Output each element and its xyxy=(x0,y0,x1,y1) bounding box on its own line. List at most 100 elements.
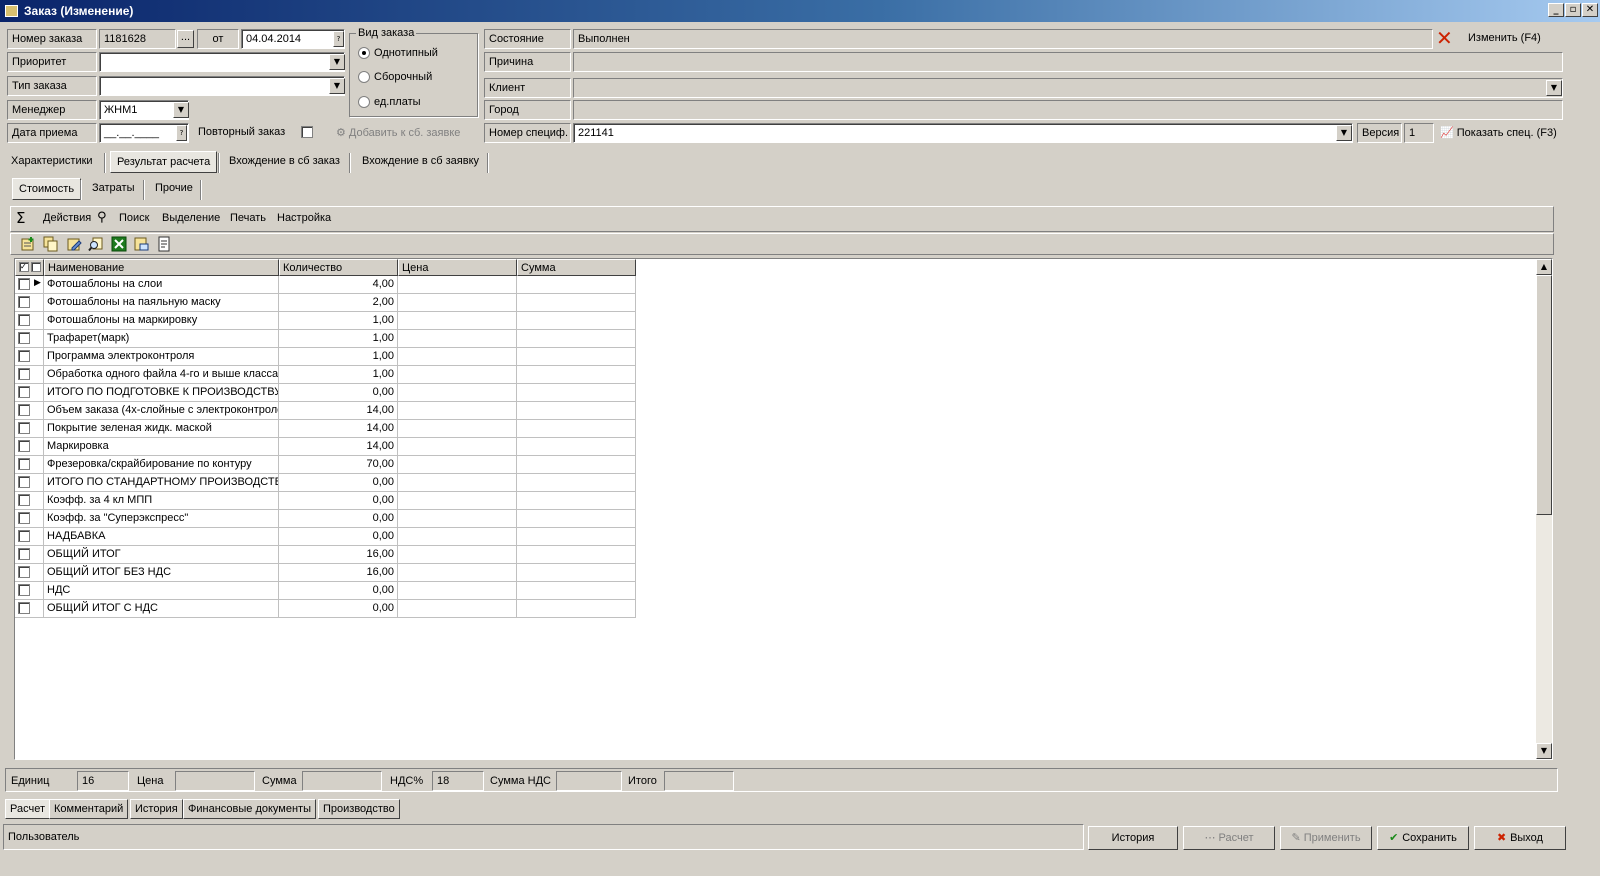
row-quantity-cell[interactable]: 14,00 xyxy=(279,402,398,420)
row-select-cell[interactable] xyxy=(15,582,44,600)
row-select-cell[interactable] xyxy=(15,456,44,474)
table-row[interactable]: Маркировка 14,00 xyxy=(15,438,636,456)
row-checkbox[interactable] xyxy=(18,386,30,398)
select-all-header[interactable]: ✓ xyxy=(15,259,44,276)
row-checkbox[interactable] xyxy=(18,512,30,524)
table-row[interactable]: Покрытие зеленая жидк. маской 14,00 xyxy=(15,420,636,438)
chevron-down-icon[interactable]: ▼ xyxy=(1546,80,1562,96)
row-price-cell[interactable] xyxy=(398,564,517,582)
cancel-state-icon[interactable]: ✕ xyxy=(1436,27,1453,49)
tab-calculation[interactable]: Расчет xyxy=(5,799,50,819)
row-price-cell[interactable] xyxy=(398,294,517,312)
row-price-cell[interactable] xyxy=(398,492,517,510)
maximize-button[interactable]: ▫ xyxy=(1565,3,1581,17)
history-button[interactable]: История xyxy=(1088,826,1178,850)
add-to-request-button[interactable]: ⚙ Добавить к сб. заявке xyxy=(336,126,460,139)
row-quantity-cell[interactable]: 0,00 xyxy=(279,492,398,510)
table-row[interactable]: Коэфф. за "Суперэкспресс" 0,00 xyxy=(15,510,636,528)
row-sum-cell[interactable] xyxy=(517,564,636,582)
row-select-cell[interactable] xyxy=(15,402,44,420)
close-window-button[interactable]: ✕ xyxy=(1582,3,1598,17)
row-sum-cell[interactable] xyxy=(517,384,636,402)
row-quantity-cell[interactable]: 16,00 xyxy=(279,564,398,582)
order-date-input[interactable]: 04.04.2014 xyxy=(241,29,345,49)
row-select-cell[interactable] xyxy=(15,438,44,456)
row-name-cell[interactable]: Фотошаблоны на слои xyxy=(44,276,279,294)
table-row[interactable]: Трафарет(марк) 1,00 xyxy=(15,330,636,348)
grid-scrollbar[interactable]: ▲ ▼ xyxy=(1536,259,1552,759)
row-price-cell[interactable] xyxy=(398,582,517,600)
row-sum-cell[interactable] xyxy=(517,438,636,456)
row-quantity-cell[interactable]: 0,00 xyxy=(279,528,398,546)
table-row[interactable]: Фотошаблоны на паяльную маску 2,00 xyxy=(15,294,636,312)
client-field[interactable] xyxy=(573,78,1563,98)
row-select-cell[interactable] xyxy=(15,384,44,402)
row-checkbox[interactable] xyxy=(18,422,30,434)
row-sum-cell[interactable] xyxy=(517,276,636,294)
row-checkbox[interactable] xyxy=(18,494,30,506)
chevron-down-icon[interactable]: ▼ xyxy=(329,78,345,94)
change-state-button[interactable]: Изменить (F4) xyxy=(1468,32,1541,44)
row-quantity-cell[interactable]: 0,00 xyxy=(279,474,398,492)
row-name-cell[interactable]: Обработка одного файла 4-го и выше класс… xyxy=(44,366,279,384)
tab-in-assembly-order[interactable]: Вхождение в сб заказ xyxy=(223,151,346,173)
save-button[interactable]: ✔ Сохранить xyxy=(1377,826,1469,850)
table-row[interactable]: Объем заказа (4х-слойные с электроконтро… xyxy=(15,402,636,420)
tab-comment[interactable]: Комментарий xyxy=(49,799,129,819)
order-type-select[interactable] xyxy=(99,76,345,96)
row-price-cell[interactable] xyxy=(398,312,517,330)
row-name-cell[interactable]: Фотошаблоны на маркировку xyxy=(44,312,279,330)
row-name-cell[interactable]: Фотошаблоны на паяльную маску xyxy=(44,294,279,312)
tab-other[interactable]: Прочие xyxy=(149,178,199,200)
row-price-cell[interactable] xyxy=(398,474,517,492)
row-select-cell[interactable] xyxy=(15,330,44,348)
row-select-cell[interactable] xyxy=(15,348,44,366)
tab-cost[interactable]: Стоимость xyxy=(12,178,82,200)
sigma-icon[interactable]: Σ xyxy=(16,209,25,227)
row-select-cell[interactable] xyxy=(15,366,44,384)
tab-financial-documents[interactable]: Финансовые документы xyxy=(183,799,316,819)
row-name-cell[interactable]: Программа электроконтроля xyxy=(44,348,279,366)
row-quantity-cell[interactable]: 4,00 xyxy=(279,276,398,294)
calc-button[interactable]: ⋯ Расчет xyxy=(1183,826,1275,850)
row-name-cell[interactable]: Коэфф. за "Суперэкспресс" xyxy=(44,510,279,528)
row-sum-cell[interactable] xyxy=(517,456,636,474)
menu-settings[interactable]: Настройка xyxy=(277,212,331,224)
row-name-cell[interactable]: ИТОГО ПО ПОДГОТОВКЕ К ПРОИЗВОДСТВУ xyxy=(44,384,279,402)
row-price-cell[interactable] xyxy=(398,438,517,456)
row-checkbox[interactable] xyxy=(18,602,30,614)
row-checkbox[interactable] xyxy=(18,548,30,560)
exit-button[interactable]: ✖ Выход xyxy=(1474,826,1566,850)
chevron-down-icon[interactable]: ▼ xyxy=(173,102,189,118)
tab-calc-result[interactable]: Результат расчета xyxy=(110,151,218,173)
table-row[interactable]: НАДБАВКА 0,00 xyxy=(15,528,636,546)
calendar-icon[interactable]: ? xyxy=(176,125,187,141)
row-quantity-cell[interactable]: 0,00 xyxy=(279,582,398,600)
row-quantity-cell[interactable]: 70,00 xyxy=(279,456,398,474)
row-checkbox[interactable] xyxy=(18,332,30,344)
row-name-cell[interactable]: НДС xyxy=(44,582,279,600)
row-checkbox[interactable] xyxy=(18,566,30,578)
table-row[interactable]: Обработка одного файла 4-го и выше класс… xyxy=(15,366,636,384)
row-name-cell[interactable]: ИТОГО ПО СТАНДАРТНОМУ ПРОИЗВОДСТВУ xyxy=(44,474,279,492)
row-quantity-cell[interactable]: 1,00 xyxy=(279,312,398,330)
order-kind-radio-assembly[interactable] xyxy=(358,71,370,83)
column-header-quantity[interactable]: Количество xyxy=(279,259,398,276)
row-sum-cell[interactable] xyxy=(517,366,636,384)
calendar-icon[interactable]: ? xyxy=(333,31,344,47)
row-price-cell[interactable] xyxy=(398,348,517,366)
row-select-cell[interactable] xyxy=(15,528,44,546)
chevron-down-icon[interactable]: ▼ xyxy=(1336,125,1352,141)
chevron-down-icon[interactable]: ▼ xyxy=(329,54,345,70)
row-checkbox[interactable] xyxy=(18,278,30,290)
row-select-cell[interactable]: ▶ xyxy=(15,276,44,294)
column-header-sum[interactable]: Сумма xyxy=(517,259,636,276)
row-select-cell[interactable] xyxy=(15,564,44,582)
row-select-cell[interactable] xyxy=(15,600,44,618)
row-sum-cell[interactable] xyxy=(517,294,636,312)
row-sum-cell[interactable] xyxy=(517,492,636,510)
row-name-cell[interactable]: Фрезеровка/скрайбирование по контуру xyxy=(44,456,279,474)
row-quantity-cell[interactable]: 16,00 xyxy=(279,546,398,564)
row-checkbox[interactable] xyxy=(18,314,30,326)
row-sum-cell[interactable] xyxy=(517,420,636,438)
